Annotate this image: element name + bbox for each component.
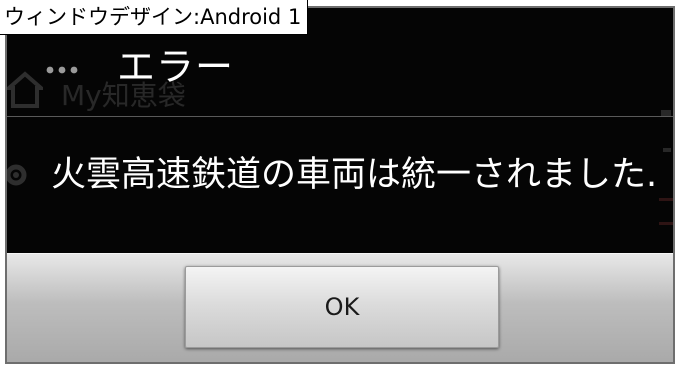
dialog-title: エラー (117, 45, 235, 89)
overflow-menu-icon[interactable] (45, 63, 79, 77)
background-right-edge (659, 110, 673, 225)
title-divider (7, 116, 673, 117)
ok-button[interactable]: OK (185, 266, 499, 348)
window-design-label: ウィンドウデザイン:Android 1 (0, 0, 309, 35)
gear-icon (7, 164, 27, 186)
dialog-button-bar: OK (7, 253, 673, 362)
dialog-message: 火雲高速鉄道の車両は統一されました. (51, 155, 658, 195)
android-error-dialog: My知恵袋 エラー 火雲高速鉄道の車両は統一されました. OK (5, 6, 675, 364)
